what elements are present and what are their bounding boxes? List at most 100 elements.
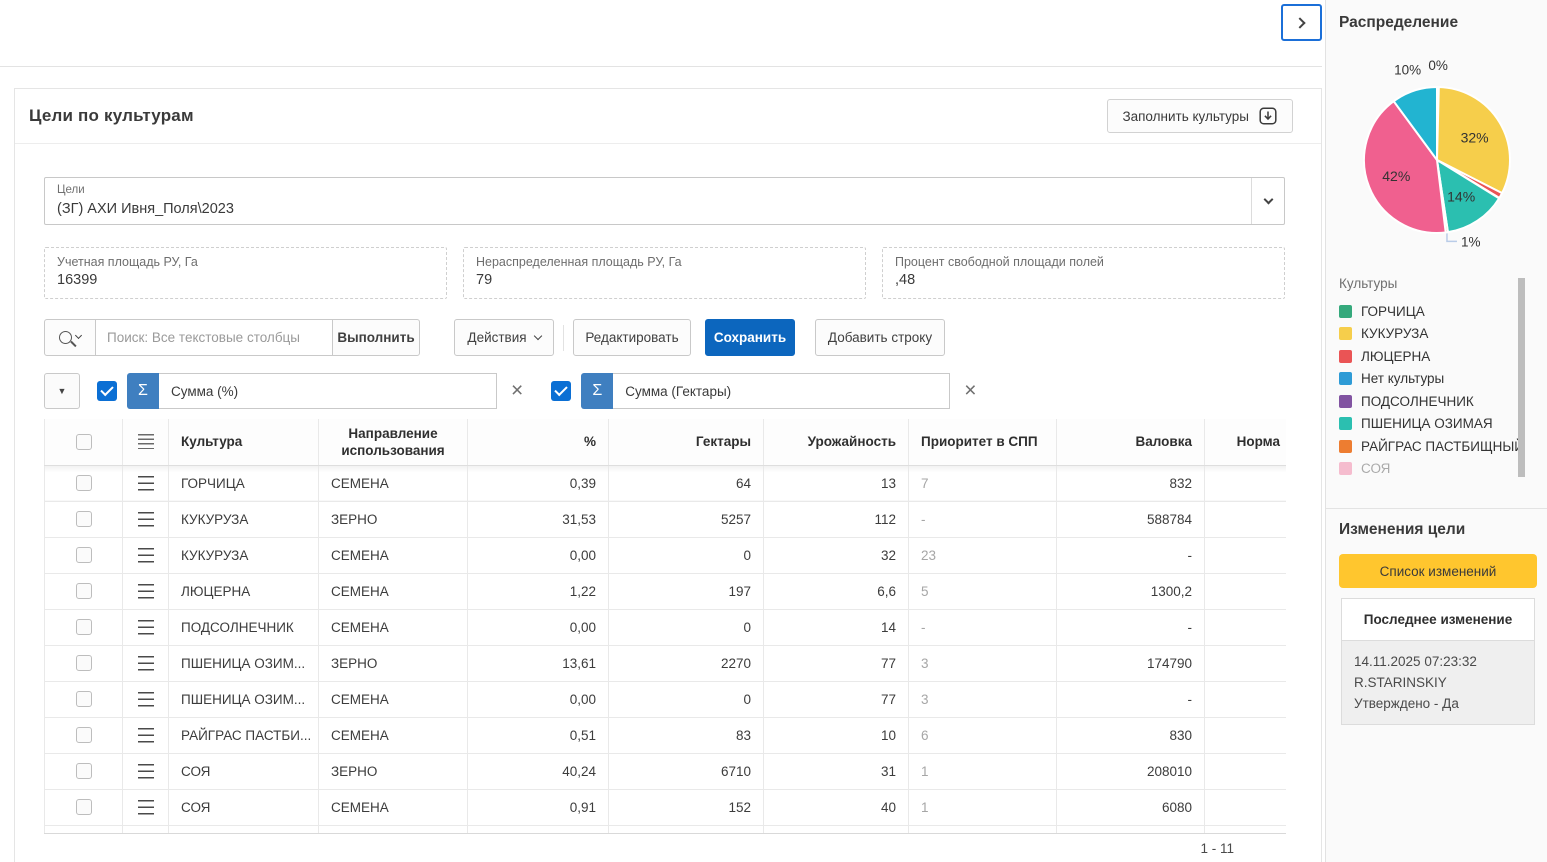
legend-item[interactable]: Нет культуры bbox=[1339, 368, 1537, 391]
legend-item[interactable]: СОЯ bbox=[1339, 458, 1537, 481]
row-select-cell[interactable] bbox=[45, 501, 123, 537]
row-menu-icon[interactable] bbox=[138, 620, 154, 635]
legend-scrollbar[interactable] bbox=[1518, 278, 1525, 477]
column-header-hectares[interactable]: Гектары bbox=[609, 419, 764, 465]
cell-gross[interactable]: 174790 bbox=[1057, 645, 1205, 681]
cell-usage[interactable]: ЗЕРНО bbox=[319, 645, 468, 681]
legend-item[interactable]: ЛЮЦЕРНА bbox=[1339, 345, 1537, 368]
row-menu-cell[interactable] bbox=[123, 573, 169, 609]
legend-item[interactable]: ПОДСОЛНЕЧНИК bbox=[1339, 390, 1537, 413]
cell-gross[interactable]: 1300,2 bbox=[1057, 573, 1205, 609]
remove-aggregate1-icon[interactable]: × bbox=[511, 381, 523, 401]
row-checkbox[interactable] bbox=[76, 475, 92, 491]
aggregate2-checkbox[interactable] bbox=[551, 381, 571, 401]
save-button[interactable]: Сохранить bbox=[705, 319, 795, 356]
cell-culture[interactable]: ЛЮЦЕРНА bbox=[169, 573, 319, 609]
cell-gross[interactable]: - bbox=[1057, 537, 1205, 573]
row-select-cell[interactable] bbox=[45, 537, 123, 573]
row-checkbox[interactable] bbox=[76, 655, 92, 671]
row-menu-cell[interactable] bbox=[123, 537, 169, 573]
aggregate1-checkbox[interactable] bbox=[97, 381, 117, 401]
cell-hectares[interactable]: 0 bbox=[609, 609, 764, 645]
row-menu-cell[interactable] bbox=[123, 465, 169, 501]
cell-usage[interactable]: СЕМЕНА bbox=[319, 573, 468, 609]
row-menu-icon[interactable] bbox=[138, 584, 154, 599]
row-checkbox[interactable] bbox=[76, 727, 92, 743]
cell-usage[interactable]: СЕМЕНА bbox=[319, 609, 468, 645]
row-checkbox[interactable] bbox=[76, 619, 92, 635]
cell-hectares[interactable]: 0 bbox=[609, 537, 764, 573]
cell-culture[interactable]: РАЙГРАС ПАСТБИ... bbox=[169, 717, 319, 753]
row-menu-icon[interactable] bbox=[138, 728, 154, 743]
row-menu-icon[interactable] bbox=[138, 800, 154, 815]
cell-norm[interactable] bbox=[1205, 573, 1287, 609]
column-header-yield[interactable]: Урожайность bbox=[764, 419, 909, 465]
cell-yield[interactable]: 6,6 bbox=[764, 573, 909, 609]
cell-norm[interactable] bbox=[1205, 537, 1287, 573]
row-menu-cell[interactable] bbox=[123, 645, 169, 681]
cell-yield[interactable]: 112 bbox=[764, 501, 909, 537]
row-menu-cell[interactable] bbox=[123, 501, 169, 537]
row-checkbox[interactable] bbox=[76, 799, 92, 815]
row-menu-cell[interactable] bbox=[123, 609, 169, 645]
cell-culture[interactable]: КУКУРУЗА bbox=[169, 501, 319, 537]
cell-culture[interactable]: ПОДСОЛНЕЧНИК bbox=[169, 609, 319, 645]
aggregate-menu-button[interactable]: ▼ bbox=[44, 373, 80, 409]
cell-percent[interactable]: 13,61 bbox=[468, 645, 609, 681]
column-header-gross[interactable]: Валовка bbox=[1057, 419, 1205, 465]
add-row-button[interactable]: Добавить строку bbox=[815, 319, 945, 356]
cell-norm[interactable] bbox=[1205, 717, 1287, 753]
row-select-cell[interactable] bbox=[45, 681, 123, 717]
row-checkbox[interactable] bbox=[76, 691, 92, 707]
cell-hectares[interactable]: 83 bbox=[609, 717, 764, 753]
sigma-icon[interactable]: Σ bbox=[127, 373, 159, 409]
cell-usage[interactable]: СЕМЕНА bbox=[319, 537, 468, 573]
changes-list-button[interactable]: Список изменений bbox=[1339, 554, 1537, 588]
legend-item[interactable]: ГОРЧИЦА bbox=[1339, 300, 1537, 323]
cell-percent[interactable]: 0,00 bbox=[468, 537, 609, 573]
edit-button[interactable]: Редактировать bbox=[573, 319, 691, 356]
legend-item[interactable]: ПШЕНИЦА ОЗИМАЯ bbox=[1339, 413, 1537, 436]
cell-hectares[interactable]: 2270 bbox=[609, 645, 764, 681]
cell-norm[interactable] bbox=[1205, 501, 1287, 537]
cell-usage[interactable]: ЗЕРНО bbox=[319, 501, 468, 537]
cell-percent[interactable]: 40,24 bbox=[468, 753, 609, 789]
go-button[interactable]: Выполнить bbox=[332, 319, 420, 356]
aggregate2-input[interactable] bbox=[613, 373, 950, 409]
cell-yield[interactable]: 31 bbox=[764, 753, 909, 789]
cell-norm[interactable] bbox=[1205, 645, 1287, 681]
cell-hectares[interactable]: 64 bbox=[609, 465, 764, 501]
cell-yield[interactable]: 14 bbox=[764, 609, 909, 645]
column-header-priority[interactable]: Приоритет в СПП bbox=[909, 419, 1057, 465]
row-menu-icon[interactable] bbox=[138, 692, 154, 707]
row-menu-icon[interactable] bbox=[138, 476, 154, 491]
cell-usage[interactable]: СЕМЕНА bbox=[319, 681, 468, 717]
sigma-icon[interactable]: Σ bbox=[581, 373, 613, 409]
legend-item[interactable]: КУКУРУЗА bbox=[1339, 323, 1537, 346]
cell-culture[interactable]: ПШЕНИЦА ОЗИМ... bbox=[169, 645, 319, 681]
cell-usage[interactable]: СЕМЕНА bbox=[319, 465, 468, 501]
cell-percent[interactable]: 1,22 bbox=[468, 573, 609, 609]
cell-yield[interactable]: 13 bbox=[764, 465, 909, 501]
row-checkbox[interactable] bbox=[76, 547, 92, 563]
cell-gross[interactable]: 830 bbox=[1057, 717, 1205, 753]
cell-culture[interactable]: СОЯ bbox=[169, 789, 319, 825]
cell-yield[interactable]: 40 bbox=[764, 789, 909, 825]
row-menu-icon[interactable] bbox=[138, 656, 154, 671]
cell-norm[interactable] bbox=[1205, 609, 1287, 645]
goal-select-caret[interactable] bbox=[1251, 178, 1284, 224]
cell-norm[interactable] bbox=[1205, 681, 1287, 717]
actions-button[interactable]: Действия bbox=[454, 319, 554, 356]
cell-yield[interactable]: 32 bbox=[764, 537, 909, 573]
cell-yield[interactable]: 77 bbox=[764, 681, 909, 717]
row-checkbox[interactable] bbox=[76, 511, 92, 527]
row-menu-icon[interactable] bbox=[138, 548, 154, 563]
cell-gross[interactable]: 208010 bbox=[1057, 753, 1205, 789]
row-menu-cell[interactable] bbox=[123, 717, 169, 753]
cell-percent[interactable]: 0,91 bbox=[468, 789, 609, 825]
collapse-panel-button[interactable] bbox=[1281, 4, 1322, 41]
cell-yield[interactable]: 77 bbox=[764, 645, 909, 681]
row-select-cell[interactable] bbox=[45, 753, 123, 789]
legend-item[interactable]: РАЙГРАС ПАСТБИЩНЫЙ bbox=[1339, 435, 1537, 458]
cell-hectares[interactable]: 6710 bbox=[609, 753, 764, 789]
